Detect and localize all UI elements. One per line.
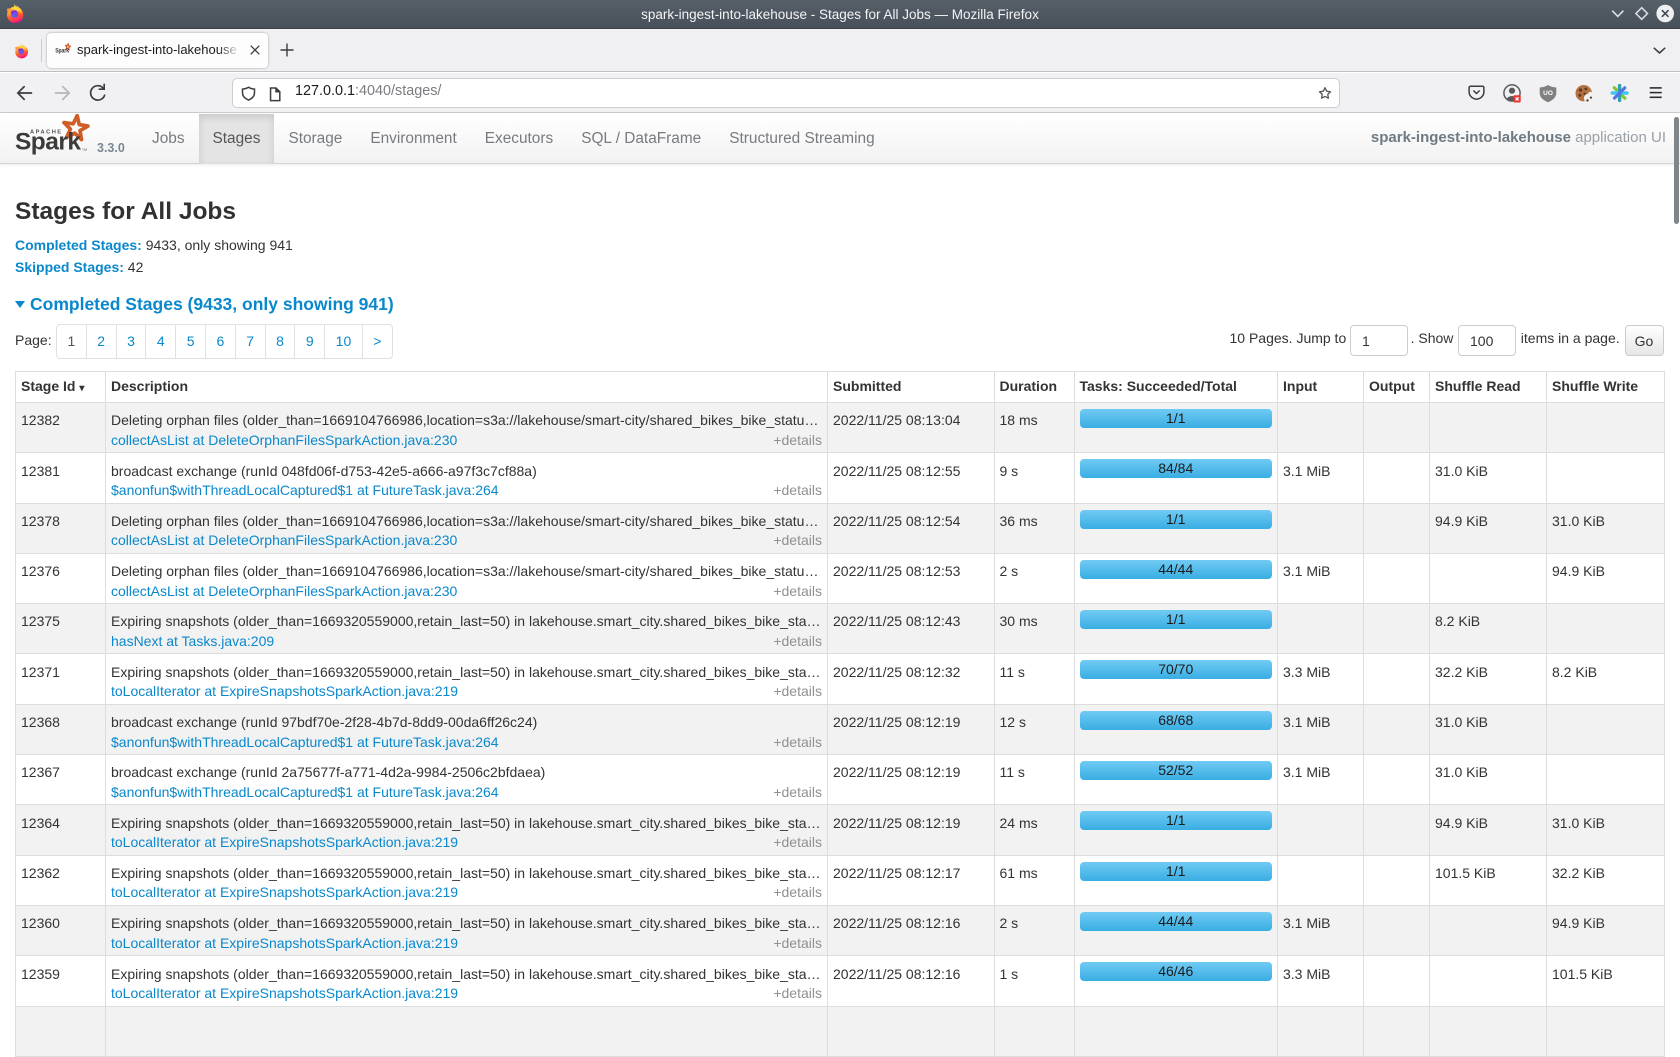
svg-text:3.3.0: 3.3.0 bbox=[97, 141, 125, 155]
svg-text:™: ™ bbox=[82, 148, 88, 155]
svg-text:Spark: Spark bbox=[55, 48, 69, 55]
svg-text:Spark: Spark bbox=[15, 129, 81, 156]
svg-text:UO: UO bbox=[1543, 90, 1553, 97]
